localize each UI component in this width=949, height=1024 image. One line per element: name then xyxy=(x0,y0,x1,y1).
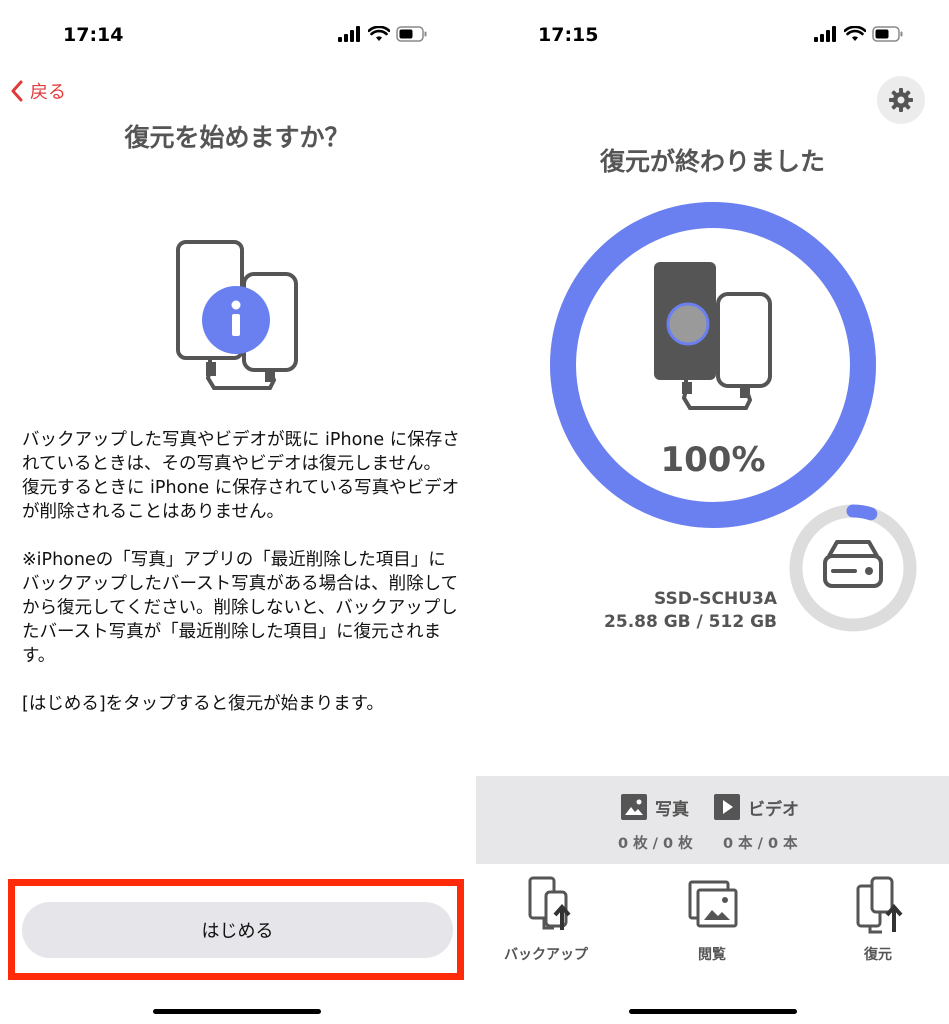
phone-info-icon xyxy=(176,240,298,390)
tab-backup[interactable]: バックアップ xyxy=(476,872,616,964)
photos-count: 0 枚 / 0 枚 xyxy=(618,836,693,852)
restore-summary: 写真 ビデオ 0 枚 / 0 枚 0 本 / 0 本 xyxy=(476,776,949,864)
battery-icon xyxy=(872,26,903,42)
status-time: 17:14 xyxy=(63,24,124,46)
signal-icon xyxy=(338,26,360,42)
back-label: 戻る xyxy=(30,82,66,103)
wifi-icon xyxy=(844,26,866,41)
phone-to-ssd-icon xyxy=(654,262,772,410)
start-button[interactable]: はじめる xyxy=(22,902,453,958)
backup-icon xyxy=(528,876,571,930)
tab-bar: バックアップ 閲覧 復元 xyxy=(476,864,949,974)
tab-backup-label: バックアップ xyxy=(504,947,588,963)
wifi-icon xyxy=(368,26,390,41)
home-indicator xyxy=(629,1009,797,1014)
storage-device-name: SSD-SCHU3A xyxy=(654,589,777,609)
chevron-left-icon xyxy=(11,80,23,102)
photos-summary: 写真 xyxy=(621,794,689,820)
signal-icon xyxy=(814,26,836,42)
status-bar: 17:14 xyxy=(0,0,474,70)
video-play-icon xyxy=(714,794,740,820)
restore-confirm-screen: 17:14 戻る 復元を始めますか？ バックアップした写真やビデオが既に iPh… xyxy=(0,0,474,1024)
status-bar: 17:15 xyxy=(476,0,949,70)
browse-icon xyxy=(688,880,738,928)
photo-icon xyxy=(621,794,647,820)
tab-browse[interactable]: 閲覧 xyxy=(642,872,782,964)
storage-usage-ring xyxy=(789,504,917,632)
status-time: 17:15 xyxy=(538,24,599,46)
instruction-paragraph: バックアップした写真やビデオが既に iPhone に保存されているときは、その写… xyxy=(22,430,460,522)
page-title: 復元が終わりました xyxy=(599,147,825,176)
status-icons xyxy=(338,26,428,42)
videos-label: ビデオ xyxy=(748,799,799,820)
videos-count: 0 本 / 0 本 xyxy=(723,836,798,852)
gear-icon xyxy=(889,88,913,112)
start-hint: [はじめる]をタップすると復元が始まります。 xyxy=(22,694,384,714)
burst-photo-note: ※iPhoneの「写真」アプリの「最近削除した項目」にバックアップしたバースト写… xyxy=(22,550,459,666)
videos-summary: ビデオ xyxy=(714,794,799,820)
back-button[interactable]: 戻る xyxy=(10,78,66,104)
restore-instructions: バックアップした写真やビデオが既に iPhone に保存されているときは、その写… xyxy=(22,428,462,716)
settings-button[interactable] xyxy=(877,76,925,124)
tab-browse-label: 閲覧 xyxy=(698,947,726,963)
restore-complete-screen: 17:15 復元が終わりました 100% SSD-SCHU3A 25.88 GB… xyxy=(476,0,949,1024)
battery-icon xyxy=(396,26,427,42)
storage-usage: 25.88 GB / 512 GB xyxy=(604,612,777,632)
status-icons xyxy=(814,26,904,42)
tab-restore[interactable]: 復元 xyxy=(808,872,948,964)
home-indicator xyxy=(153,1009,321,1014)
page-title: 復元を始めますか？ xyxy=(124,123,350,152)
photos-label: 写真 xyxy=(655,799,689,820)
restore-icon xyxy=(856,876,903,934)
progress-percent: 100% xyxy=(660,440,766,480)
tab-restore-label: 復元 xyxy=(864,947,892,963)
